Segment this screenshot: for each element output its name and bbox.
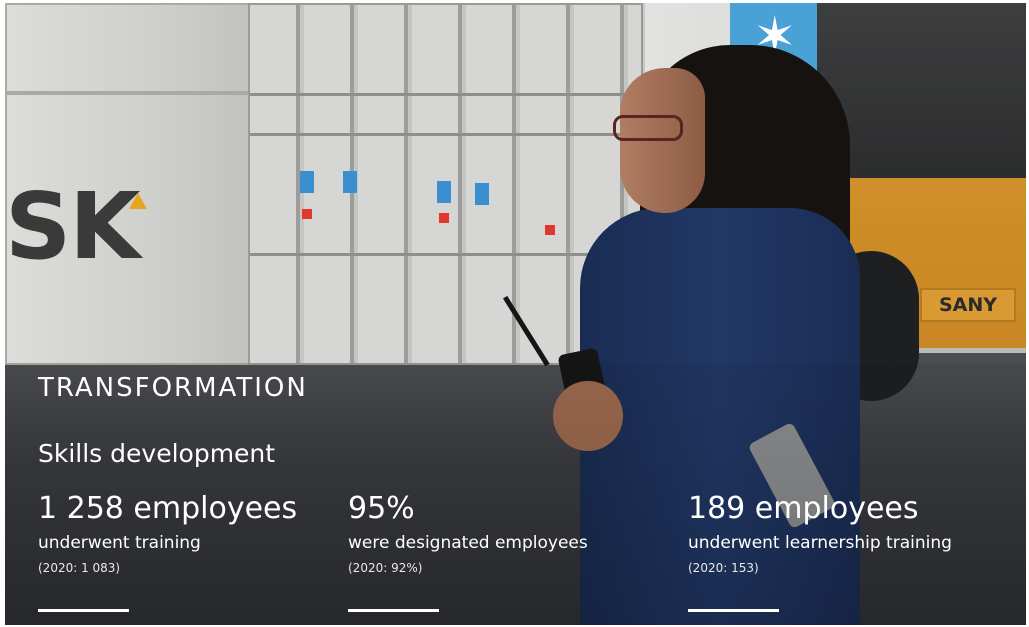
vehicle-brand-plate: SANY [920,288,1016,322]
stat-divider [38,609,129,612]
stat-prior-year: (2020: 153) [688,561,759,575]
stat-description: were designated employees [348,533,588,553]
stat-prior-year: (2020: 1 083) [38,561,121,575]
reefer-label-icon [300,171,314,193]
indicator-light [545,225,555,235]
section-heading: Skills development [38,439,276,468]
stat-value: 95% [348,491,415,526]
stat-prior-year: (2020: 92%) [348,561,423,575]
stat-divider [348,609,439,612]
hero-panel: SK ✶ SANY TRANSFORMATION Skills developm… [5,3,1026,625]
white-container-left [5,3,250,93]
glasses-icon [613,115,683,141]
reefer-label-icon [343,171,357,193]
stat-description: underwent learnership training [688,533,952,553]
stat-block-training: 1 258 employees underwent training (2020… [38,489,298,612]
stat-value: 1 258 employees [38,491,298,526]
stat-divider [688,609,779,612]
hazard-triangle-icon [129,193,147,209]
section-label: TRANSFORMATION [38,373,308,403]
stat-block-designated: 95% were designated employees (2020: 92%… [348,489,588,612]
stat-value: 189 employees [688,491,919,526]
indicator-light [302,209,312,219]
indicator-light [439,213,449,223]
stat-description: underwent training [38,533,201,553]
container-lettering: SK [5,173,141,280]
reefer-label-icon [437,181,451,203]
stat-block-learnership: 189 employees underwent learnership trai… [688,489,952,612]
reefer-label-icon [475,183,489,205]
